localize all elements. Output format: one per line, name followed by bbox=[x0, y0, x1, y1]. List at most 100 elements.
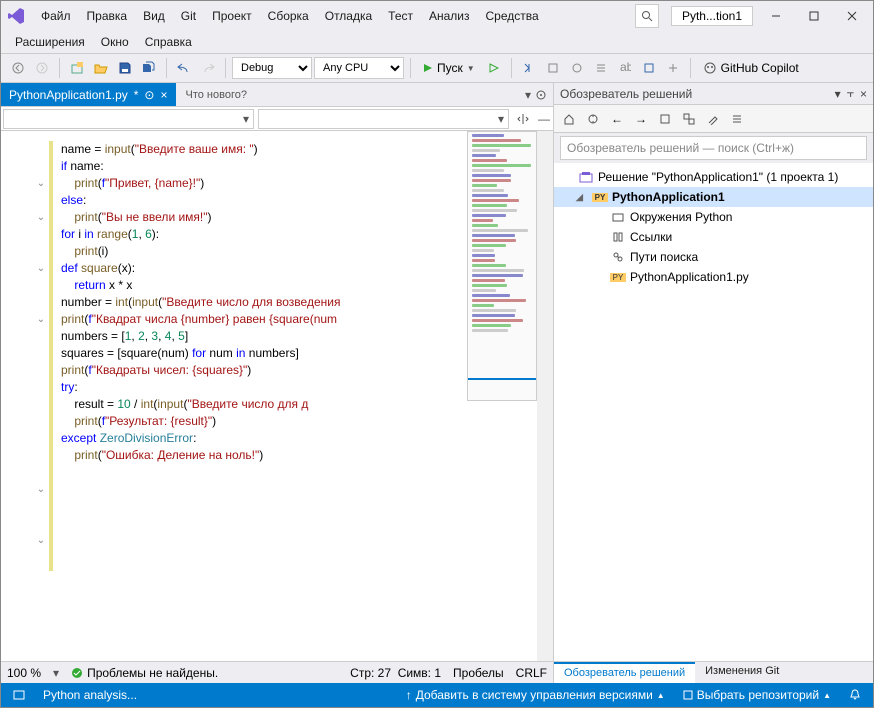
open-button[interactable] bbox=[90, 57, 112, 79]
menu-Вид[interactable]: Вид bbox=[135, 5, 173, 27]
tree-environments[interactable]: Окружения Python bbox=[554, 207, 873, 227]
fwd-button[interactable]: → bbox=[630, 108, 652, 130]
expand-icon[interactable]: ◢ bbox=[576, 192, 588, 203]
tree-solution-root[interactable]: Решение "PythonApplication1" (1 проекта … bbox=[554, 167, 873, 187]
misc-editor-button[interactable]: — bbox=[535, 107, 553, 130]
fold-toggle[interactable]: ⌄ bbox=[35, 483, 47, 495]
menu-Тест[interactable]: Тест bbox=[380, 5, 421, 27]
back-button[interactable]: ← bbox=[606, 108, 628, 130]
code-editor[interactable]: name = input("Введите ваше имя: ")if nam… bbox=[1, 131, 553, 661]
vertical-scrollbar[interactable] bbox=[537, 131, 553, 661]
menu-Git[interactable]: Git bbox=[173, 5, 204, 27]
tab-settings-icon[interactable] bbox=[535, 89, 547, 101]
nav-fwd-button[interactable] bbox=[31, 57, 53, 79]
line-col[interactable]: Стр: 27 Симв: 1 bbox=[350, 666, 441, 680]
nav-member-combo[interactable]: ▾ bbox=[258, 109, 509, 129]
tree-project[interactable]: ◢ PY PythonApplication1 bbox=[554, 187, 873, 207]
zoom-level[interactable]: 100 % bbox=[7, 666, 41, 680]
minimize-button[interactable] bbox=[761, 4, 791, 28]
split-editor-button[interactable] bbox=[511, 107, 535, 130]
misc-button-2[interactable] bbox=[566, 57, 588, 79]
nav-back-button[interactable] bbox=[7, 57, 29, 79]
nav-scope-combo[interactable]: ▾ bbox=[3, 109, 254, 129]
main-area: PythonApplication1.py* ⊙ × Что нового? ▾… bbox=[1, 83, 873, 683]
fold-toggle[interactable]: ⌄ bbox=[35, 262, 47, 274]
modified-indicator: * bbox=[134, 88, 139, 102]
solution-toolbar: ← → bbox=[554, 105, 873, 133]
new-project-button[interactable] bbox=[66, 57, 88, 79]
misc-button-6[interactable] bbox=[662, 57, 684, 79]
problems-status[interactable]: Проблемы не найдены. bbox=[71, 666, 218, 680]
sync-button[interactable] bbox=[582, 108, 604, 130]
panel-pin-icon[interactable]: ⫟ bbox=[847, 86, 854, 101]
menu-Проект[interactable]: Проект bbox=[204, 5, 260, 27]
env-icon bbox=[610, 211, 626, 223]
run-no-debug-button[interactable] bbox=[483, 57, 505, 79]
fold-toggle[interactable]: ⌄ bbox=[35, 177, 47, 189]
panel-dropdown-icon[interactable]: ▾ bbox=[835, 87, 841, 101]
config-select[interactable]: Debug bbox=[232, 57, 312, 79]
misc-button-3[interactable] bbox=[590, 57, 612, 79]
fold-toggle[interactable]: ⌄ bbox=[35, 313, 47, 325]
indent-mode[interactable]: Пробелы bbox=[453, 666, 504, 680]
save-button[interactable] bbox=[114, 57, 136, 79]
search-placeholder: Обозреватель решений — поиск (Ctrl+ж) bbox=[567, 141, 794, 155]
pin-icon[interactable]: ⊙ bbox=[144, 88, 154, 102]
tab-overflow-icon[interactable]: ▾ bbox=[525, 88, 531, 102]
fold-toggle[interactable]: ⌄ bbox=[35, 534, 47, 546]
close-tab-icon[interactable]: × bbox=[160, 88, 167, 102]
properties-button[interactable] bbox=[702, 108, 724, 130]
tree-references[interactable]: Ссылки bbox=[554, 227, 873, 247]
select-repo[interactable]: Выбрать репозиторий▲ bbox=[679, 688, 835, 702]
path-icon bbox=[610, 251, 626, 263]
add-source-control[interactable]: ↑Добавить в систему управления версиями▲ bbox=[402, 688, 669, 702]
preview-button[interactable] bbox=[726, 108, 748, 130]
menu-Справка[interactable]: Справка bbox=[137, 31, 200, 53]
menu-Анализ[interactable]: Анализ bbox=[421, 5, 478, 27]
tab-solution-explorer[interactable]: Обозреватель решений bbox=[554, 662, 695, 683]
menu-Расширения[interactable]: Расширения bbox=[7, 31, 93, 53]
whats-new-tab[interactable]: Что нового? bbox=[176, 83, 257, 106]
misc-button-1[interactable] bbox=[542, 57, 564, 79]
task-status[interactable]: Python analysis... bbox=[39, 688, 141, 702]
solution-search[interactable]: Обозреватель решений — поиск (Ctrl+ж) bbox=[560, 136, 867, 160]
fold-toggle[interactable]: ⌄ bbox=[35, 211, 47, 223]
redo-button[interactable] bbox=[197, 57, 219, 79]
problems-text: Проблемы не найдены. bbox=[87, 666, 218, 680]
minimap[interactable] bbox=[467, 131, 537, 401]
platform-select[interactable]: Any CPU bbox=[314, 57, 404, 79]
menu-Файл[interactable]: Файл bbox=[33, 5, 79, 27]
misc-button-4[interactable]: abc bbox=[614, 57, 636, 79]
output-icon[interactable] bbox=[9, 689, 29, 701]
notifications-icon[interactable] bbox=[845, 689, 865, 701]
home-button[interactable] bbox=[558, 108, 580, 130]
menu-Окно[interactable]: Окно bbox=[93, 31, 137, 53]
tree-search-paths[interactable]: Пути поиска bbox=[554, 247, 873, 267]
menu-Средства[interactable]: Средства bbox=[478, 5, 547, 27]
copilot-button[interactable]: GitHub Copilot bbox=[697, 57, 805, 79]
save-all-button[interactable] bbox=[138, 57, 160, 79]
eol-mode[interactable]: CRLF bbox=[516, 666, 547, 680]
menu-Правка[interactable]: Правка bbox=[79, 5, 136, 27]
change-indicator bbox=[49, 141, 53, 571]
main-menu: ФайлПравкаВидGitПроектСборкаОтладкаТестА… bbox=[33, 5, 635, 27]
run-button[interactable]: Пуск ▼ bbox=[417, 57, 481, 79]
node-label: Ссылки bbox=[630, 230, 672, 244]
tree-file-py[interactable]: PY PythonApplication1.py bbox=[554, 267, 873, 287]
undo-button[interactable] bbox=[173, 57, 195, 79]
collapse-button[interactable] bbox=[678, 108, 700, 130]
menu-Сборка[interactable]: Сборка bbox=[260, 5, 317, 27]
node-label: Окружения Python bbox=[630, 210, 732, 224]
step-button[interactable] bbox=[518, 57, 540, 79]
misc-button-5[interactable] bbox=[638, 57, 660, 79]
close-button[interactable] bbox=[837, 4, 867, 28]
tab-git-changes[interactable]: Изменения Git bbox=[695, 662, 789, 683]
show-all-button[interactable] bbox=[654, 108, 676, 130]
menu-Отладка[interactable]: Отладка bbox=[317, 5, 380, 27]
file-tab-active[interactable]: PythonApplication1.py* ⊙ × bbox=[1, 83, 176, 106]
search-button[interactable] bbox=[635, 4, 659, 28]
solution-name-tab[interactable]: Pyth...tion1 bbox=[671, 6, 753, 26]
panel-close-icon[interactable]: × bbox=[860, 87, 867, 101]
solution-icon bbox=[578, 171, 594, 183]
maximize-button[interactable] bbox=[799, 4, 829, 28]
